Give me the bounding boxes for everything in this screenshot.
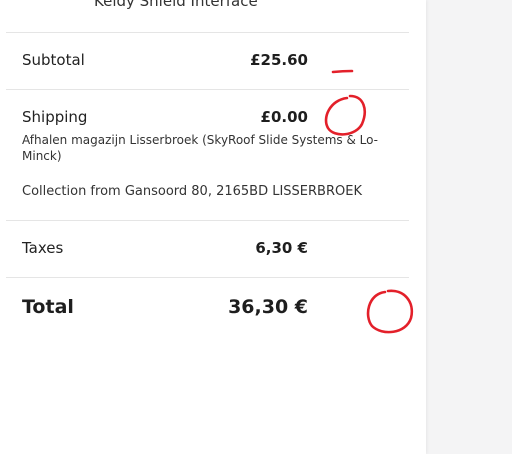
taxes-value: 6,30 € [255,239,308,257]
divider [6,220,409,221]
subtotal-label: Subtotal [22,51,85,69]
total-label: Total [22,296,74,318]
divider [6,277,409,278]
total-value: 36,30 € [228,296,308,318]
divider [6,32,409,33]
product-name: Keidy Shield Interface [94,0,258,10]
shipping-method: Afhalen magazijn Lisserbroek (SkyRoof Sl… [22,133,379,163]
shipping-value: £0.00 [260,108,308,126]
shipping-label: Shipping [22,108,88,126]
divider [6,89,409,90]
subtotal-value: £25.60 [250,51,308,69]
taxes-label: Taxes [22,239,64,257]
collection-address: Collection from Gansoord 80, 2165BD LISS… [22,184,362,199]
order-summary-panel: Keidy Shield Interface Subtotal £25.60 S… [0,0,426,454]
